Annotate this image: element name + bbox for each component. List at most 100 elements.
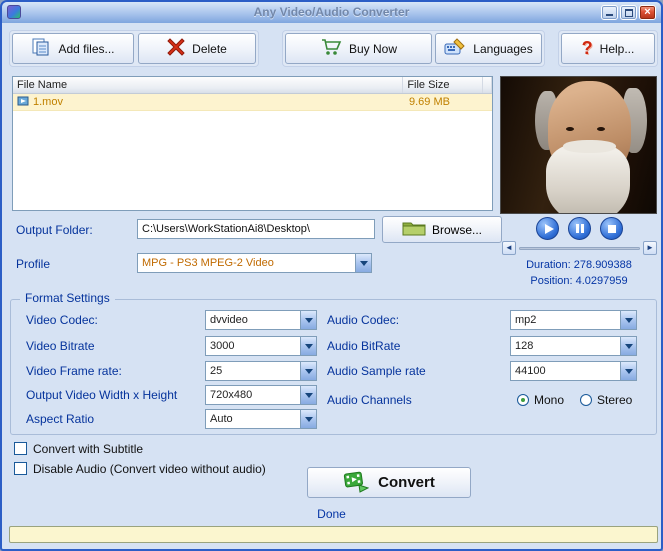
- output-size-value: 720x480: [210, 389, 253, 401]
- play-icon: [545, 224, 554, 234]
- help-icon: ?: [581, 38, 593, 58]
- media-clip-icon: [17, 95, 29, 110]
- format-settings-title: Format Settings: [20, 291, 115, 305]
- app-window: Any Video/Audio Converter × Add files...: [0, 0, 663, 551]
- languages-label: Languages: [473, 41, 533, 56]
- video-codec-value: dvvideo: [210, 314, 248, 326]
- stereo-radio[interactable]: [580, 394, 592, 406]
- seek-track[interactable]: [519, 247, 640, 250]
- audio-codec-label: Audio Codec:: [327, 313, 400, 327]
- convert-icon: [343, 469, 370, 497]
- preview-art: [563, 139, 616, 154]
- chevron-down-icon[interactable]: [300, 386, 316, 404]
- audio-sample-rate-value: 44100: [515, 365, 546, 377]
- pause-button[interactable]: [568, 217, 591, 240]
- maximize-icon: [625, 9, 633, 17]
- disable-audio-checkbox[interactable]: [14, 462, 27, 475]
- aspect-ratio-select[interactable]: Auto: [205, 409, 317, 429]
- file-row[interactable]: 1.mov 9.69 MB: [13, 94, 492, 111]
- chevron-down-icon[interactable]: [620, 362, 636, 380]
- delete-label: Delete: [192, 41, 227, 56]
- delete-icon: [167, 38, 185, 59]
- video-bitrate-select[interactable]: 3000: [205, 336, 317, 356]
- profile-label: Profile: [16, 257, 51, 271]
- minimize-button[interactable]: [601, 5, 618, 20]
- chevron-down-icon[interactable]: [300, 362, 316, 380]
- status-text: Done: [317, 507, 346, 521]
- output-size-label: Output Video Width x Height: [26, 388, 178, 402]
- duration-text: Duration: 278.909388: [526, 259, 632, 271]
- audio-bitrate-value: 128: [515, 340, 534, 352]
- profile-value: MPG - PS3 MPEG-2 Video: [142, 257, 274, 269]
- pause-icon: [576, 224, 579, 233]
- column-header-spacer: [483, 77, 492, 93]
- video-frame-rate-select[interactable]: 25: [205, 361, 317, 381]
- output-folder-label: Output Folder:: [16, 223, 93, 237]
- audio-channels-label: Audio Channels: [327, 393, 412, 407]
- help-label: Help...: [599, 41, 635, 56]
- video-frame-rate-value: 25: [210, 365, 223, 377]
- output-folder-input[interactable]: [137, 219, 375, 239]
- convert-label: Convert: [378, 474, 435, 491]
- audio-codec-value: mp2: [515, 314, 537, 326]
- audio-bitrate-label: Audio BitRate: [327, 339, 401, 353]
- file-size: 9.69 MB: [409, 96, 450, 108]
- convert-button[interactable]: Convert: [307, 467, 471, 498]
- mono-radio[interactable]: [517, 394, 529, 406]
- chevron-down-icon[interactable]: [620, 311, 636, 329]
- add-files-icon: [31, 37, 51, 60]
- languages-icon: [444, 37, 466, 60]
- title-bar[interactable]: Any Video/Audio Converter ×: [2, 2, 661, 23]
- chevron-down-icon[interactable]: [300, 337, 316, 355]
- stop-icon: [608, 225, 616, 233]
- chevron-down-icon[interactable]: [300, 410, 316, 428]
- convert-with-subtitle-label[interactable]: Convert with Subtitle: [33, 442, 143, 456]
- audio-bitrate-select[interactable]: 128: [510, 336, 637, 356]
- chevron-down-icon[interactable]: [355, 254, 371, 272]
- browse-label: Browse...: [431, 222, 482, 237]
- maximize-button[interactable]: [620, 5, 637, 20]
- file-list[interactable]: File Name File Size 1.mov 9.69 MB: [12, 76, 493, 211]
- file-list-header: File Name File Size: [13, 77, 492, 94]
- window-title: Any Video/Audio Converter: [253, 5, 410, 19]
- close-button[interactable]: ×: [639, 5, 656, 20]
- delete-button[interactable]: Delete: [138, 33, 256, 64]
- audio-sample-rate-select[interactable]: 44100: [510, 361, 637, 381]
- column-header-file-name[interactable]: File Name: [13, 77, 404, 93]
- audio-sample-rate-label: Audio Sample rate: [327, 364, 426, 378]
- languages-button[interactable]: Languages: [435, 33, 542, 64]
- column-header-file-size[interactable]: File Size: [403, 77, 483, 93]
- convert-with-subtitle-checkbox[interactable]: [14, 442, 27, 455]
- profile-select[interactable]: MPG - PS3 MPEG-2 Video: [137, 253, 372, 273]
- seek-back-button[interactable]: ◄: [502, 241, 516, 255]
- preview-art: [545, 143, 630, 213]
- stop-button[interactable]: [600, 217, 623, 240]
- position-text: Position: 4.0297959: [530, 275, 628, 287]
- help-button[interactable]: ? Help...: [561, 33, 655, 64]
- folder-icon: [402, 219, 426, 240]
- minimize-icon: [606, 14, 613, 16]
- video-codec-select[interactable]: dvvideo: [205, 310, 317, 330]
- video-codec-label: Video Codec:: [26, 313, 98, 327]
- chevron-down-icon[interactable]: [300, 311, 316, 329]
- add-files-button[interactable]: Add files...: [12, 33, 134, 64]
- output-size-select[interactable]: 720x480: [205, 385, 317, 405]
- video-bitrate-value: 3000: [210, 340, 235, 352]
- disable-audio-label[interactable]: Disable Audio (Convert video without aud…: [33, 462, 266, 476]
- buy-now-button[interactable]: Buy Now: [285, 33, 432, 64]
- mono-radio-label[interactable]: Mono: [534, 393, 564, 407]
- file-name: 1.mov: [33, 96, 63, 108]
- chevron-down-icon[interactable]: [620, 337, 636, 355]
- audio-codec-select[interactable]: mp2: [510, 310, 637, 330]
- stereo-radio-label[interactable]: Stereo: [597, 393, 632, 407]
- play-button[interactable]: [536, 217, 559, 240]
- video-frame-rate-label: Video Frame rate:: [26, 364, 122, 378]
- seek-forward-button[interactable]: ►: [643, 241, 657, 255]
- add-files-label: Add files...: [58, 41, 115, 56]
- progress-bar: [9, 526, 658, 543]
- video-bitrate-label: Video Bitrate: [26, 339, 95, 353]
- video-preview[interactable]: [500, 76, 657, 214]
- aspect-ratio-value: Auto: [210, 413, 233, 425]
- browse-button[interactable]: Browse...: [382, 216, 502, 243]
- shopping-cart-icon: [320, 37, 342, 60]
